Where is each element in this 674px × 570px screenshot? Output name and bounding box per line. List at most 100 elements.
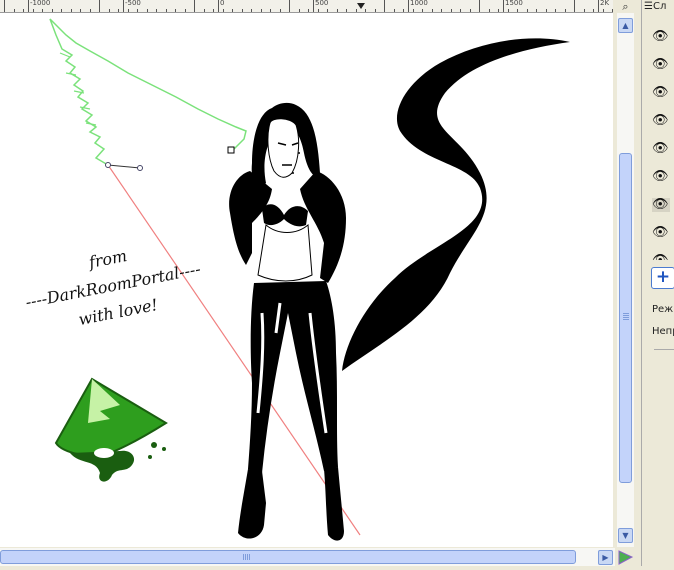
ruler-major-tick — [313, 0, 314, 12]
ruler-tick — [612, 9, 613, 12]
arrow-right-icon[interactable]: ▶ — [598, 550, 613, 565]
eye-icon[interactable]: 👁 — [652, 226, 670, 240]
ruler-tick — [61, 9, 62, 12]
ruler-tick — [156, 9, 157, 12]
ruler-tick — [527, 9, 528, 12]
ruler-tick — [318, 9, 319, 12]
ruler-tick — [375, 9, 376, 12]
ruler-tick — [270, 9, 271, 12]
vertical-scrollbar[interactable]: ▲ ▼ — [617, 13, 634, 547]
ruler-tick — [42, 9, 43, 12]
ruler-tick — [403, 9, 404, 12]
ruler-major-tick — [28, 0, 29, 12]
ruler-tick — [4, 0, 5, 12]
add-layer-button[interactable]: + — [651, 267, 674, 289]
ruler-tick — [384, 0, 385, 12]
eye-icon[interactable]: 👁 — [652, 58, 670, 72]
ruler-position-marker — [357, 3, 365, 9]
horizontal-ruler: -1000 -500 0 500 1000 1500 2K — [0, 0, 613, 13]
ruler-tick — [90, 9, 91, 12]
horizontal-scrollbar[interactable]: ▶ — [0, 548, 615, 566]
ruler-tick — [175, 9, 176, 12]
ruler-major-tick — [408, 0, 409, 12]
color-triangle-icon[interactable] — [617, 548, 634, 566]
ruler-tick — [109, 9, 110, 12]
ruler-tick — [394, 9, 395, 12]
ruler-tick — [327, 9, 328, 12]
ruler-tick — [14, 9, 15, 12]
horizontal-scroll-thumb[interactable] — [0, 550, 576, 564]
ruler-tick — [251, 9, 252, 12]
canvas[interactable]: from ----DarkRoomPortal---- with love! — [0, 13, 613, 547]
ruler-tick — [584, 9, 585, 12]
ruler-tick — [536, 9, 537, 12]
bezier-node[interactable] — [105, 162, 111, 168]
ruler-label: -500 — [125, 0, 141, 7]
bezier-handle — [107, 164, 141, 169]
ruler-tick — [33, 9, 34, 12]
ruler-tick — [52, 9, 53, 12]
green-logo[interactable] — [54, 377, 168, 482]
figure-face — [267, 118, 300, 178]
eye-icon[interactable]: 👁 — [652, 114, 670, 128]
ruler-label: -1000 — [30, 0, 51, 7]
layers-panel-tab[interactable]: ☰Сл — [644, 1, 666, 12]
ruler-tick — [147, 9, 148, 12]
ruler-tick — [118, 9, 119, 12]
ruler-tick — [232, 9, 233, 12]
ruler-label: 0 — [220, 0, 225, 7]
eye-icon[interactable]: 👁 — [652, 86, 670, 100]
ruler-tick — [346, 9, 347, 12]
ruler-tick — [80, 9, 81, 12]
eye-icon[interactable]: 👁 — [652, 142, 670, 156]
ruler-tick — [460, 9, 461, 12]
scroll-grip — [243, 554, 251, 560]
ruler-tick — [204, 9, 205, 12]
arrow-up-icon[interactable]: ▲ — [618, 18, 633, 33]
ruler-tick — [555, 9, 556, 12]
ruler-tick — [593, 9, 594, 12]
scroll-grip — [623, 312, 629, 320]
ruler-tick — [23, 9, 24, 12]
eye-icon[interactable]: 👁 — [652, 198, 670, 212]
ruler-tick — [137, 9, 138, 12]
ruler-major-tick — [218, 0, 219, 12]
ruler-tick — [546, 9, 547, 12]
ruler-tick — [299, 9, 300, 12]
vertical-scroll-thumb[interactable] — [619, 153, 632, 483]
arrow-down-icon[interactable]: ▼ — [618, 528, 633, 543]
ruler-label: 1000 — [410, 0, 428, 7]
ruler-tick — [489, 9, 490, 12]
ruler-tick — [289, 0, 290, 12]
ruler-tick — [413, 9, 414, 12]
ruler-tick — [517, 9, 518, 12]
ruler-major-tick — [598, 0, 599, 12]
magnifier-icon[interactable]: ⌕ — [617, 0, 634, 13]
ruler-tick — [470, 9, 471, 12]
blend-mode-label: Реж — [652, 304, 674, 315]
figure-midriff — [257, 223, 313, 282]
logo-highlight — [94, 448, 114, 458]
ruler-label: 1500 — [505, 0, 523, 7]
path-end-node[interactable] — [227, 146, 235, 154]
layers-panel: ☰Сл 👁 👁 👁 👁 👁 👁 👁 👁 👁 + Реж Непр — [641, 0, 674, 566]
ruler-tick — [441, 9, 442, 12]
ruler-tick — [432, 9, 433, 12]
ruler-tick — [280, 9, 281, 12]
ruler-tick — [508, 9, 509, 12]
black-cape-shape[interactable] — [342, 38, 570, 372]
scrollbar-corner — [617, 548, 634, 566]
ruler-tick — [498, 9, 499, 12]
ruler-tick — [422, 9, 423, 12]
ruler-tick — [185, 9, 186, 12]
ruler-tick — [166, 9, 167, 12]
eye-icon[interactable]: 👁 — [652, 254, 670, 260]
ruler-tick — [261, 9, 262, 12]
ruler-tick — [128, 9, 129, 12]
ruler-tick — [479, 0, 480, 12]
bezier-handle-node[interactable] — [137, 165, 143, 171]
eye-icon[interactable]: 👁 — [652, 170, 670, 184]
ruler-tick — [356, 9, 357, 12]
ruler-tick — [223, 9, 224, 12]
eye-icon[interactable]: 👁 — [652, 30, 670, 44]
